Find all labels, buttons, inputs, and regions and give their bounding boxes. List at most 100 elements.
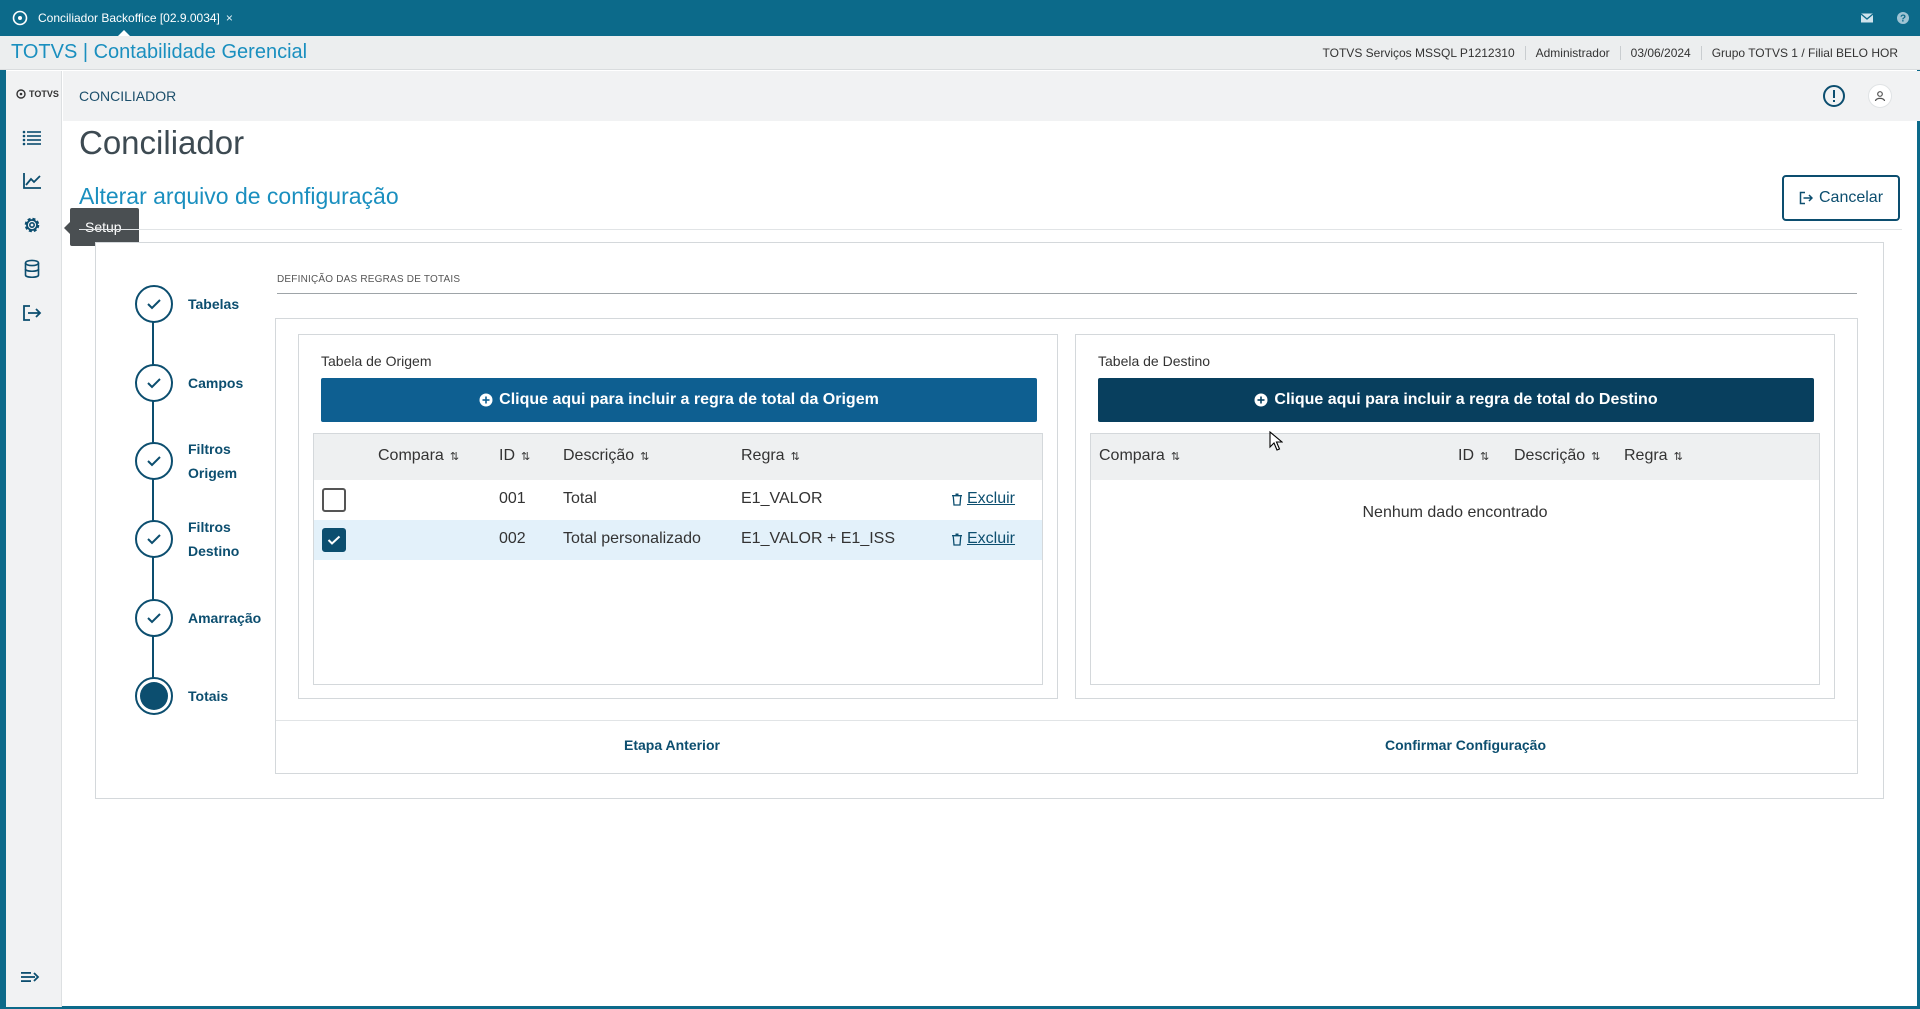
step-campos-label[interactable]: Campos bbox=[188, 371, 243, 395]
step-amarracao-marker[interactable] bbox=[135, 599, 173, 637]
environment-label: TOTVS Serviços MSSQL P1212310 bbox=[1322, 46, 1515, 60]
confirm-configuration-button[interactable]: Confirmar Configuração bbox=[1385, 737, 1546, 753]
destino-table: Compara ⇅ ID ⇅ Descrição ⇅ Regra ⇅ Nenhum da… bbox=[1090, 433, 1820, 685]
row-checkbox[interactable] bbox=[322, 528, 346, 552]
help-icon[interactable]: ? bbox=[1896, 11, 1910, 25]
column-header-id[interactable]: ID ⇅ bbox=[499, 447, 530, 465]
destino-table-header: Compara ⇅ ID ⇅ Descrição ⇅ Regra ⇅ bbox=[1091, 434, 1819, 480]
delete-row-label: Excluir bbox=[967, 530, 1016, 547]
window-tab[interactable]: Conciliador Backoffice [02.9.0034] × bbox=[38, 0, 241, 36]
sort-icon: ⇅ bbox=[640, 450, 650, 463]
origem-table: Compara ⇅ ID ⇅ Descrição ⇅ Regra ⇅ 001 Total… bbox=[313, 433, 1043, 685]
breadcrumb[interactable]: CONCILIADOR bbox=[79, 88, 176, 104]
column-header-regra[interactable]: Regra ⇅ bbox=[1624, 447, 1683, 465]
user-avatar[interactable] bbox=[1868, 84, 1892, 108]
sidebar-item-dashboard[interactable] bbox=[20, 169, 44, 193]
alert-icon[interactable] bbox=[1822, 84, 1846, 108]
step-amarracao-label[interactable]: Amarração bbox=[188, 606, 261, 630]
cancel-button[interactable]: Cancelar bbox=[1782, 175, 1900, 221]
sidebar-item-setup[interactable] bbox=[20, 213, 44, 237]
step-tabelas-marker[interactable] bbox=[135, 285, 173, 323]
user-icon bbox=[1874, 91, 1886, 102]
step-filtros-origem-marker[interactable] bbox=[135, 442, 173, 480]
sidebar-logo-text: TOTVS bbox=[29, 89, 59, 99]
origem-title: Tabela de Origem bbox=[321, 353, 432, 369]
table-row[interactable]: 002 Total personalizado E1_VALOR + E1_IS… bbox=[314, 520, 1042, 560]
column-header-label: Regra bbox=[741, 447, 785, 464]
add-destino-rule-button[interactable]: Clique aqui para incluir a regra de tota… bbox=[1098, 378, 1814, 422]
sort-icon: ⇅ bbox=[449, 450, 460, 463]
destino-title: Tabela de Destino bbox=[1098, 353, 1211, 369]
column-header-compara[interactable]: Compara ⇅ bbox=[1099, 447, 1180, 465]
page-title: Conciliador bbox=[79, 124, 245, 161]
delete-row-label: Excluir bbox=[967, 490, 1016, 507]
app-brand-title: TOTVS | Contabilidade Gerencial bbox=[11, 41, 308, 63]
step-filtros-destino-marker[interactable] bbox=[135, 520, 173, 558]
database-icon bbox=[24, 259, 40, 279]
cell-regra: E1_VALOR + E1_ISS bbox=[741, 530, 896, 547]
setup-tooltip: Setup bbox=[64, 208, 139, 246]
column-header-label: ID bbox=[499, 447, 515, 464]
sort-icon: ⇅ bbox=[521, 450, 531, 463]
window-tab-title: Conciliador Backoffice [02.9.0034] bbox=[38, 11, 220, 25]
sidebar-expand-button[interactable] bbox=[20, 969, 44, 993]
step-filtros-destino-label[interactable]: Filtros Destino bbox=[188, 515, 239, 563]
list-icon bbox=[22, 130, 41, 146]
check-icon bbox=[147, 299, 161, 310]
cell-descricao: Total personalizado bbox=[563, 530, 701, 547]
step-label-line: Amarração bbox=[188, 610, 262, 626]
logout-icon bbox=[23, 305, 42, 321]
mail-icon[interactable] bbox=[1860, 12, 1874, 24]
current-step-dot bbox=[140, 682, 168, 710]
svg-text:?: ? bbox=[1900, 14, 1906, 25]
plus-circle-icon bbox=[479, 393, 493, 407]
step-filtros-origem-label[interactable]: Filtros Origem bbox=[188, 437, 237, 485]
step-totais-marker[interactable] bbox=[135, 677, 173, 715]
column-header-label: Compara bbox=[378, 447, 444, 464]
date-label: 03/06/2024 bbox=[1619, 46, 1701, 60]
add-origem-rule-button[interactable]: Clique aqui para incluir a regra de tota… bbox=[321, 378, 1037, 422]
cell-id: 002 bbox=[499, 530, 526, 547]
sidebar-item-logout[interactable] bbox=[20, 301, 44, 325]
gear-icon bbox=[24, 217, 40, 233]
add-origem-rule-label: Clique aqui para incluir a regra de tota… bbox=[499, 391, 879, 408]
delete-row-link[interactable]: Excluir bbox=[951, 490, 1015, 508]
step-campos-marker[interactable] bbox=[135, 364, 173, 402]
column-header-regra[interactable]: Regra ⇅ bbox=[741, 447, 800, 465]
sort-icon: ⇅ bbox=[1170, 450, 1181, 463]
step-label-line: Tabelas bbox=[188, 296, 240, 312]
column-header-id[interactable]: ID ⇅ bbox=[1458, 447, 1489, 465]
step-label-line: Filtros bbox=[188, 519, 231, 535]
tab-close-icon[interactable]: × bbox=[226, 11, 233, 25]
column-header-label: Compara bbox=[1099, 447, 1165, 464]
exit-icon bbox=[1799, 191, 1813, 205]
sidebar-item-database[interactable] bbox=[20, 257, 44, 281]
delete-row-link[interactable]: Excluir bbox=[951, 530, 1015, 548]
previous-step-button[interactable]: Etapa Anterior bbox=[624, 737, 720, 753]
chart-icon bbox=[23, 173, 41, 189]
step-label-line: Origem bbox=[188, 465, 238, 481]
column-header-compara[interactable]: Compara ⇅ bbox=[378, 447, 459, 465]
column-header-descricao[interactable]: Descrição ⇅ bbox=[1514, 447, 1600, 465]
step-totais-label[interactable]: Totais bbox=[188, 684, 228, 708]
section-heading-line bbox=[277, 293, 1857, 294]
step-tabelas-label[interactable]: Tabelas bbox=[188, 292, 239, 316]
origem-panel: Tabela de Origem Clique aqui para inclui… bbox=[298, 334, 1058, 699]
plus-circle-icon bbox=[1254, 393, 1268, 407]
step-label-line: Filtros bbox=[188, 441, 231, 457]
sidebar: TOTVS bbox=[6, 71, 62, 1007]
table-row[interactable]: 001 Total E1_VALOR Excluir bbox=[314, 480, 1042, 520]
window-titlebar: Conciliador Backoffice [02.9.0034] × ? bbox=[0, 0, 1920, 36]
column-header-descricao[interactable]: Descrição ⇅ bbox=[563, 447, 649, 465]
app-icon bbox=[12, 10, 28, 26]
add-destino-rule-label: Clique aqui para incluir a regra de tota… bbox=[1274, 391, 1658, 408]
sort-icon: ⇅ bbox=[1591, 450, 1601, 463]
row-checkbox[interactable] bbox=[322, 488, 346, 512]
trash-icon bbox=[952, 493, 962, 506]
origem-table-header: Compara ⇅ ID ⇅ Descrição ⇅ Regra ⇅ bbox=[314, 434, 1042, 480]
cancel-button-label: Cancelar bbox=[1818, 189, 1884, 206]
cell-regra: E1_VALOR bbox=[741, 490, 823, 507]
destino-panel: Tabela de Destino Clique aqui para inclu… bbox=[1075, 334, 1835, 699]
step-label-line: Campos bbox=[188, 375, 244, 391]
sidebar-item-list[interactable] bbox=[20, 126, 44, 150]
